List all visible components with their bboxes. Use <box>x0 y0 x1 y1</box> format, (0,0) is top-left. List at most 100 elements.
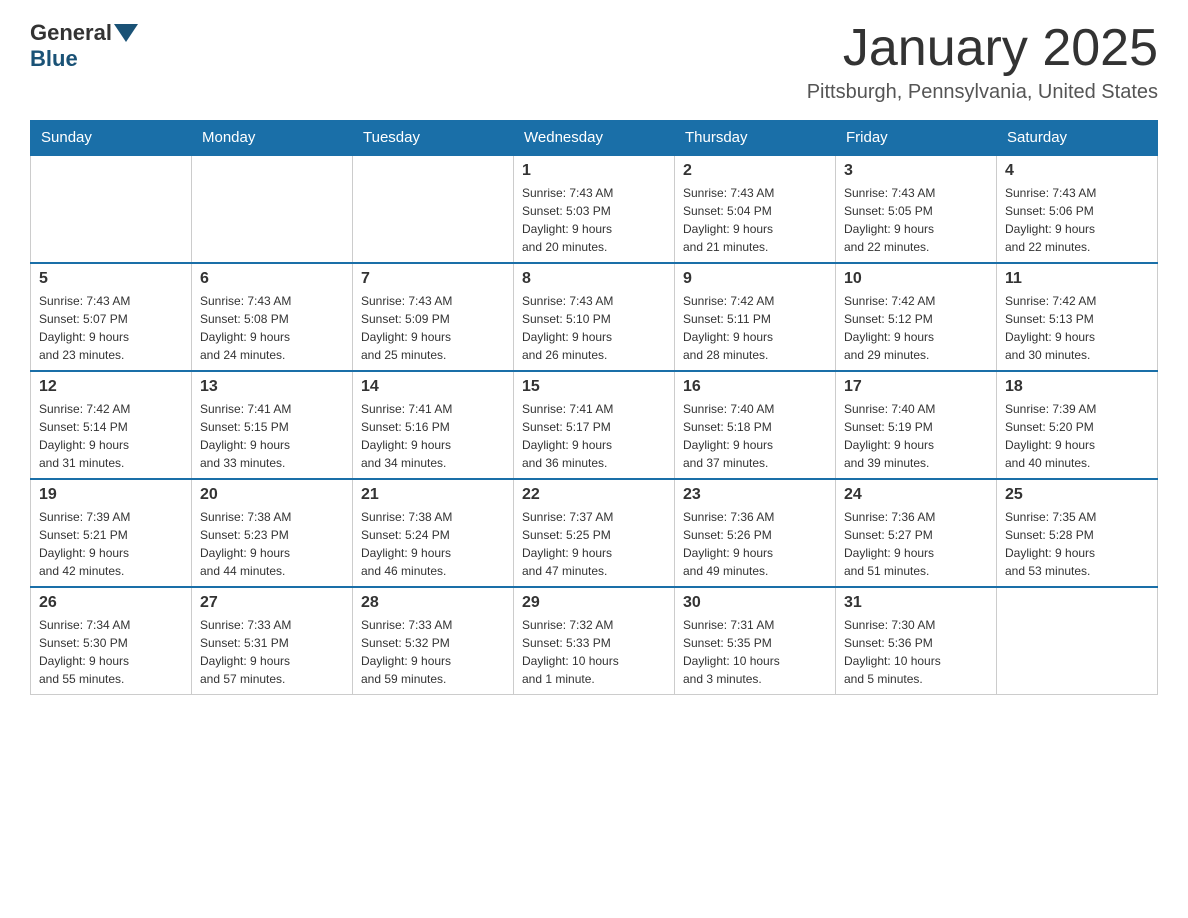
calendar-cell: 3 Sunrise: 7:43 AM Sunset: 5:05 PM Daylig… <box>836 155 997 263</box>
day-number: 5 <box>39 270 183 288</box>
day-number: 20 <box>200 486 344 504</box>
weekday-header-wednesday: Wednesday <box>514 121 675 156</box>
day-number: 14 <box>361 378 505 396</box>
day-info: Sunrise: 7:35 AM Sunset: 5:28 PM Dayligh… <box>1005 508 1149 580</box>
day-info: Sunrise: 7:36 AM Sunset: 5:26 PM Dayligh… <box>683 508 827 580</box>
calendar-cell: 6 Sunrise: 7:43 AM Sunset: 5:08 PM Daylig… <box>192 263 353 371</box>
logo-triangle-icon <box>114 24 138 42</box>
calendar-cell: 30 Sunrise: 7:31 AM Sunset: 5:35 PM Dayli… <box>675 587 836 695</box>
day-number: 31 <box>844 594 988 612</box>
calendar-header-row: SundayMondayTuesdayWednesdayThursdayFrid… <box>31 121 1158 156</box>
calendar-cell: 28 Sunrise: 7:33 AM Sunset: 5:32 PM Dayli… <box>353 587 514 695</box>
calendar-cell: 16Sunrise: 7:40 AM Sunset: 5:18 PM Dayli… <box>675 371 836 479</box>
day-number: 15 <box>522 378 666 396</box>
day-info: Sunrise: 7:43 AM Sunset: 5:09 PM Dayligh… <box>361 292 505 364</box>
calendar-week-row: 1 Sunrise: 7:43 AM Sunset: 5:03 PM Daylig… <box>31 155 1158 263</box>
day-info: Sunrise: 7:31 AM Sunset: 5:35 PM Dayligh… <box>683 616 827 688</box>
day-number: 10 <box>844 270 988 288</box>
day-number: 28 <box>361 594 505 612</box>
day-info: Sunrise: 7:43 AM Sunset: 5:05 PM Dayligh… <box>844 184 988 256</box>
day-info: Sunrise: 7:38 AM Sunset: 5:24 PM Dayligh… <box>361 508 505 580</box>
calendar-cell <box>192 155 353 263</box>
day-info: Sunrise: 7:40 AM Sunset: 5:19 PM Dayligh… <box>844 400 988 472</box>
day-info: Sunrise: 7:42 AM Sunset: 5:13 PM Dayligh… <box>1005 292 1149 364</box>
calendar-cell: 23 Sunrise: 7:36 AM Sunset: 5:26 PM Dayli… <box>675 479 836 587</box>
weekday-header-tuesday: Tuesday <box>353 121 514 156</box>
day-number: 24 <box>844 486 988 504</box>
day-number: 9 <box>683 270 827 288</box>
day-info: Sunrise: 7:43 AM Sunset: 5:10 PM Dayligh… <box>522 292 666 364</box>
weekday-header-monday: Monday <box>192 121 353 156</box>
calendar-cell: 17 Sunrise: 7:40 AM Sunset: 5:19 PM Dayli… <box>836 371 997 479</box>
day-number: 22 <box>522 486 666 504</box>
day-number: 1 <box>522 162 666 180</box>
day-number: 6 <box>200 270 344 288</box>
day-number: 17 <box>844 378 988 396</box>
day-info: Sunrise: 7:38 AM Sunset: 5:23 PM Dayligh… <box>200 508 344 580</box>
calendar-cell: 10Sunrise: 7:42 AM Sunset: 5:12 PM Dayli… <box>836 263 997 371</box>
day-number: 25 <box>1005 486 1149 504</box>
day-info: Sunrise: 7:43 AM Sunset: 5:08 PM Dayligh… <box>200 292 344 364</box>
calendar-cell: 20 Sunrise: 7:38 AM Sunset: 5:23 PM Dayli… <box>192 479 353 587</box>
day-info: Sunrise: 7:37 AM Sunset: 5:25 PM Dayligh… <box>522 508 666 580</box>
calendar-cell: 7 Sunrise: 7:43 AM Sunset: 5:09 PM Daylig… <box>353 263 514 371</box>
calendar-cell: 29 Sunrise: 7:32 AM Sunset: 5:33 PM Dayli… <box>514 587 675 695</box>
calendar-cell <box>353 155 514 263</box>
day-number: 29 <box>522 594 666 612</box>
day-number: 30 <box>683 594 827 612</box>
day-number: 23 <box>683 486 827 504</box>
day-info: Sunrise: 7:42 AM Sunset: 5:11 PM Dayligh… <box>683 292 827 364</box>
day-number: 12 <box>39 378 183 396</box>
day-number: 8 <box>522 270 666 288</box>
calendar-cell: 26 Sunrise: 7:34 AM Sunset: 5:30 PM Dayli… <box>31 587 192 695</box>
calendar-cell: 24Sunrise: 7:36 AM Sunset: 5:27 PM Dayli… <box>836 479 997 587</box>
day-info: Sunrise: 7:32 AM Sunset: 5:33 PM Dayligh… <box>522 616 666 688</box>
day-number: 18 <box>1005 378 1149 396</box>
calendar-cell: 1 Sunrise: 7:43 AM Sunset: 5:03 PM Daylig… <box>514 155 675 263</box>
calendar-cell: 13 Sunrise: 7:41 AM Sunset: 5:15 PM Dayli… <box>192 371 353 479</box>
calendar-week-row: 12Sunrise: 7:42 AM Sunset: 5:14 PM Dayli… <box>31 371 1158 479</box>
calendar-cell: 15 Sunrise: 7:41 AM Sunset: 5:17 PM Dayli… <box>514 371 675 479</box>
day-info: Sunrise: 7:43 AM Sunset: 5:03 PM Dayligh… <box>522 184 666 256</box>
calendar-cell: 5 Sunrise: 7:43 AM Sunset: 5:07 PM Daylig… <box>31 263 192 371</box>
calendar-cell: 25 Sunrise: 7:35 AM Sunset: 5:28 PM Dayli… <box>997 479 1158 587</box>
day-info: Sunrise: 7:41 AM Sunset: 5:17 PM Dayligh… <box>522 400 666 472</box>
calendar-cell: 9 Sunrise: 7:42 AM Sunset: 5:11 PM Daylig… <box>675 263 836 371</box>
day-number: 2 <box>683 162 827 180</box>
day-number: 26 <box>39 594 183 612</box>
location-subtitle: Pittsburgh, Pennsylvania, United States <box>807 81 1158 104</box>
day-info: Sunrise: 7:43 AM Sunset: 5:07 PM Dayligh… <box>39 292 183 364</box>
day-info: Sunrise: 7:41 AM Sunset: 5:15 PM Dayligh… <box>200 400 344 472</box>
day-number: 7 <box>361 270 505 288</box>
calendar-week-row: 19Sunrise: 7:39 AM Sunset: 5:21 PM Dayli… <box>31 479 1158 587</box>
calendar-week-row: 5 Sunrise: 7:43 AM Sunset: 5:07 PM Daylig… <box>31 263 1158 371</box>
month-title: January 2025 <box>807 20 1158 77</box>
day-info: Sunrise: 7:43 AM Sunset: 5:06 PM Dayligh… <box>1005 184 1149 256</box>
day-info: Sunrise: 7:39 AM Sunset: 5:20 PM Dayligh… <box>1005 400 1149 472</box>
calendar-cell <box>997 587 1158 695</box>
day-number: 3 <box>844 162 988 180</box>
day-info: Sunrise: 7:33 AM Sunset: 5:31 PM Dayligh… <box>200 616 344 688</box>
calendar-cell: 8 Sunrise: 7:43 AM Sunset: 5:10 PM Daylig… <box>514 263 675 371</box>
calendar-cell <box>31 155 192 263</box>
page-header: General Blue January 2025 Pittsburgh, Pe… <box>30 20 1158 104</box>
title-block: January 2025 Pittsburgh, Pennsylvania, U… <box>807 20 1158 104</box>
day-info: Sunrise: 7:33 AM Sunset: 5:32 PM Dayligh… <box>361 616 505 688</box>
day-info: Sunrise: 7:34 AM Sunset: 5:30 PM Dayligh… <box>39 616 183 688</box>
day-number: 21 <box>361 486 505 504</box>
logo: General Blue <box>30 20 138 72</box>
weekday-header-thursday: Thursday <box>675 121 836 156</box>
day-info: Sunrise: 7:30 AM Sunset: 5:36 PM Dayligh… <box>844 616 988 688</box>
calendar-cell: 11Sunrise: 7:42 AM Sunset: 5:13 PM Dayli… <box>997 263 1158 371</box>
calendar-cell: 22 Sunrise: 7:37 AM Sunset: 5:25 PM Dayli… <box>514 479 675 587</box>
calendar-cell: 19Sunrise: 7:39 AM Sunset: 5:21 PM Dayli… <box>31 479 192 587</box>
calendar-cell: 4Sunrise: 7:43 AM Sunset: 5:06 PM Daylig… <box>997 155 1158 263</box>
day-info: Sunrise: 7:41 AM Sunset: 5:16 PM Dayligh… <box>361 400 505 472</box>
day-number: 13 <box>200 378 344 396</box>
calendar-week-row: 26 Sunrise: 7:34 AM Sunset: 5:30 PM Dayli… <box>31 587 1158 695</box>
weekday-header-friday: Friday <box>836 121 997 156</box>
calendar-cell: 18 Sunrise: 7:39 AM Sunset: 5:20 PM Dayli… <box>997 371 1158 479</box>
day-info: Sunrise: 7:39 AM Sunset: 5:21 PM Dayligh… <box>39 508 183 580</box>
calendar-cell: 12Sunrise: 7:42 AM Sunset: 5:14 PM Dayli… <box>31 371 192 479</box>
calendar-cell: 27Sunrise: 7:33 AM Sunset: 5:31 PM Dayli… <box>192 587 353 695</box>
